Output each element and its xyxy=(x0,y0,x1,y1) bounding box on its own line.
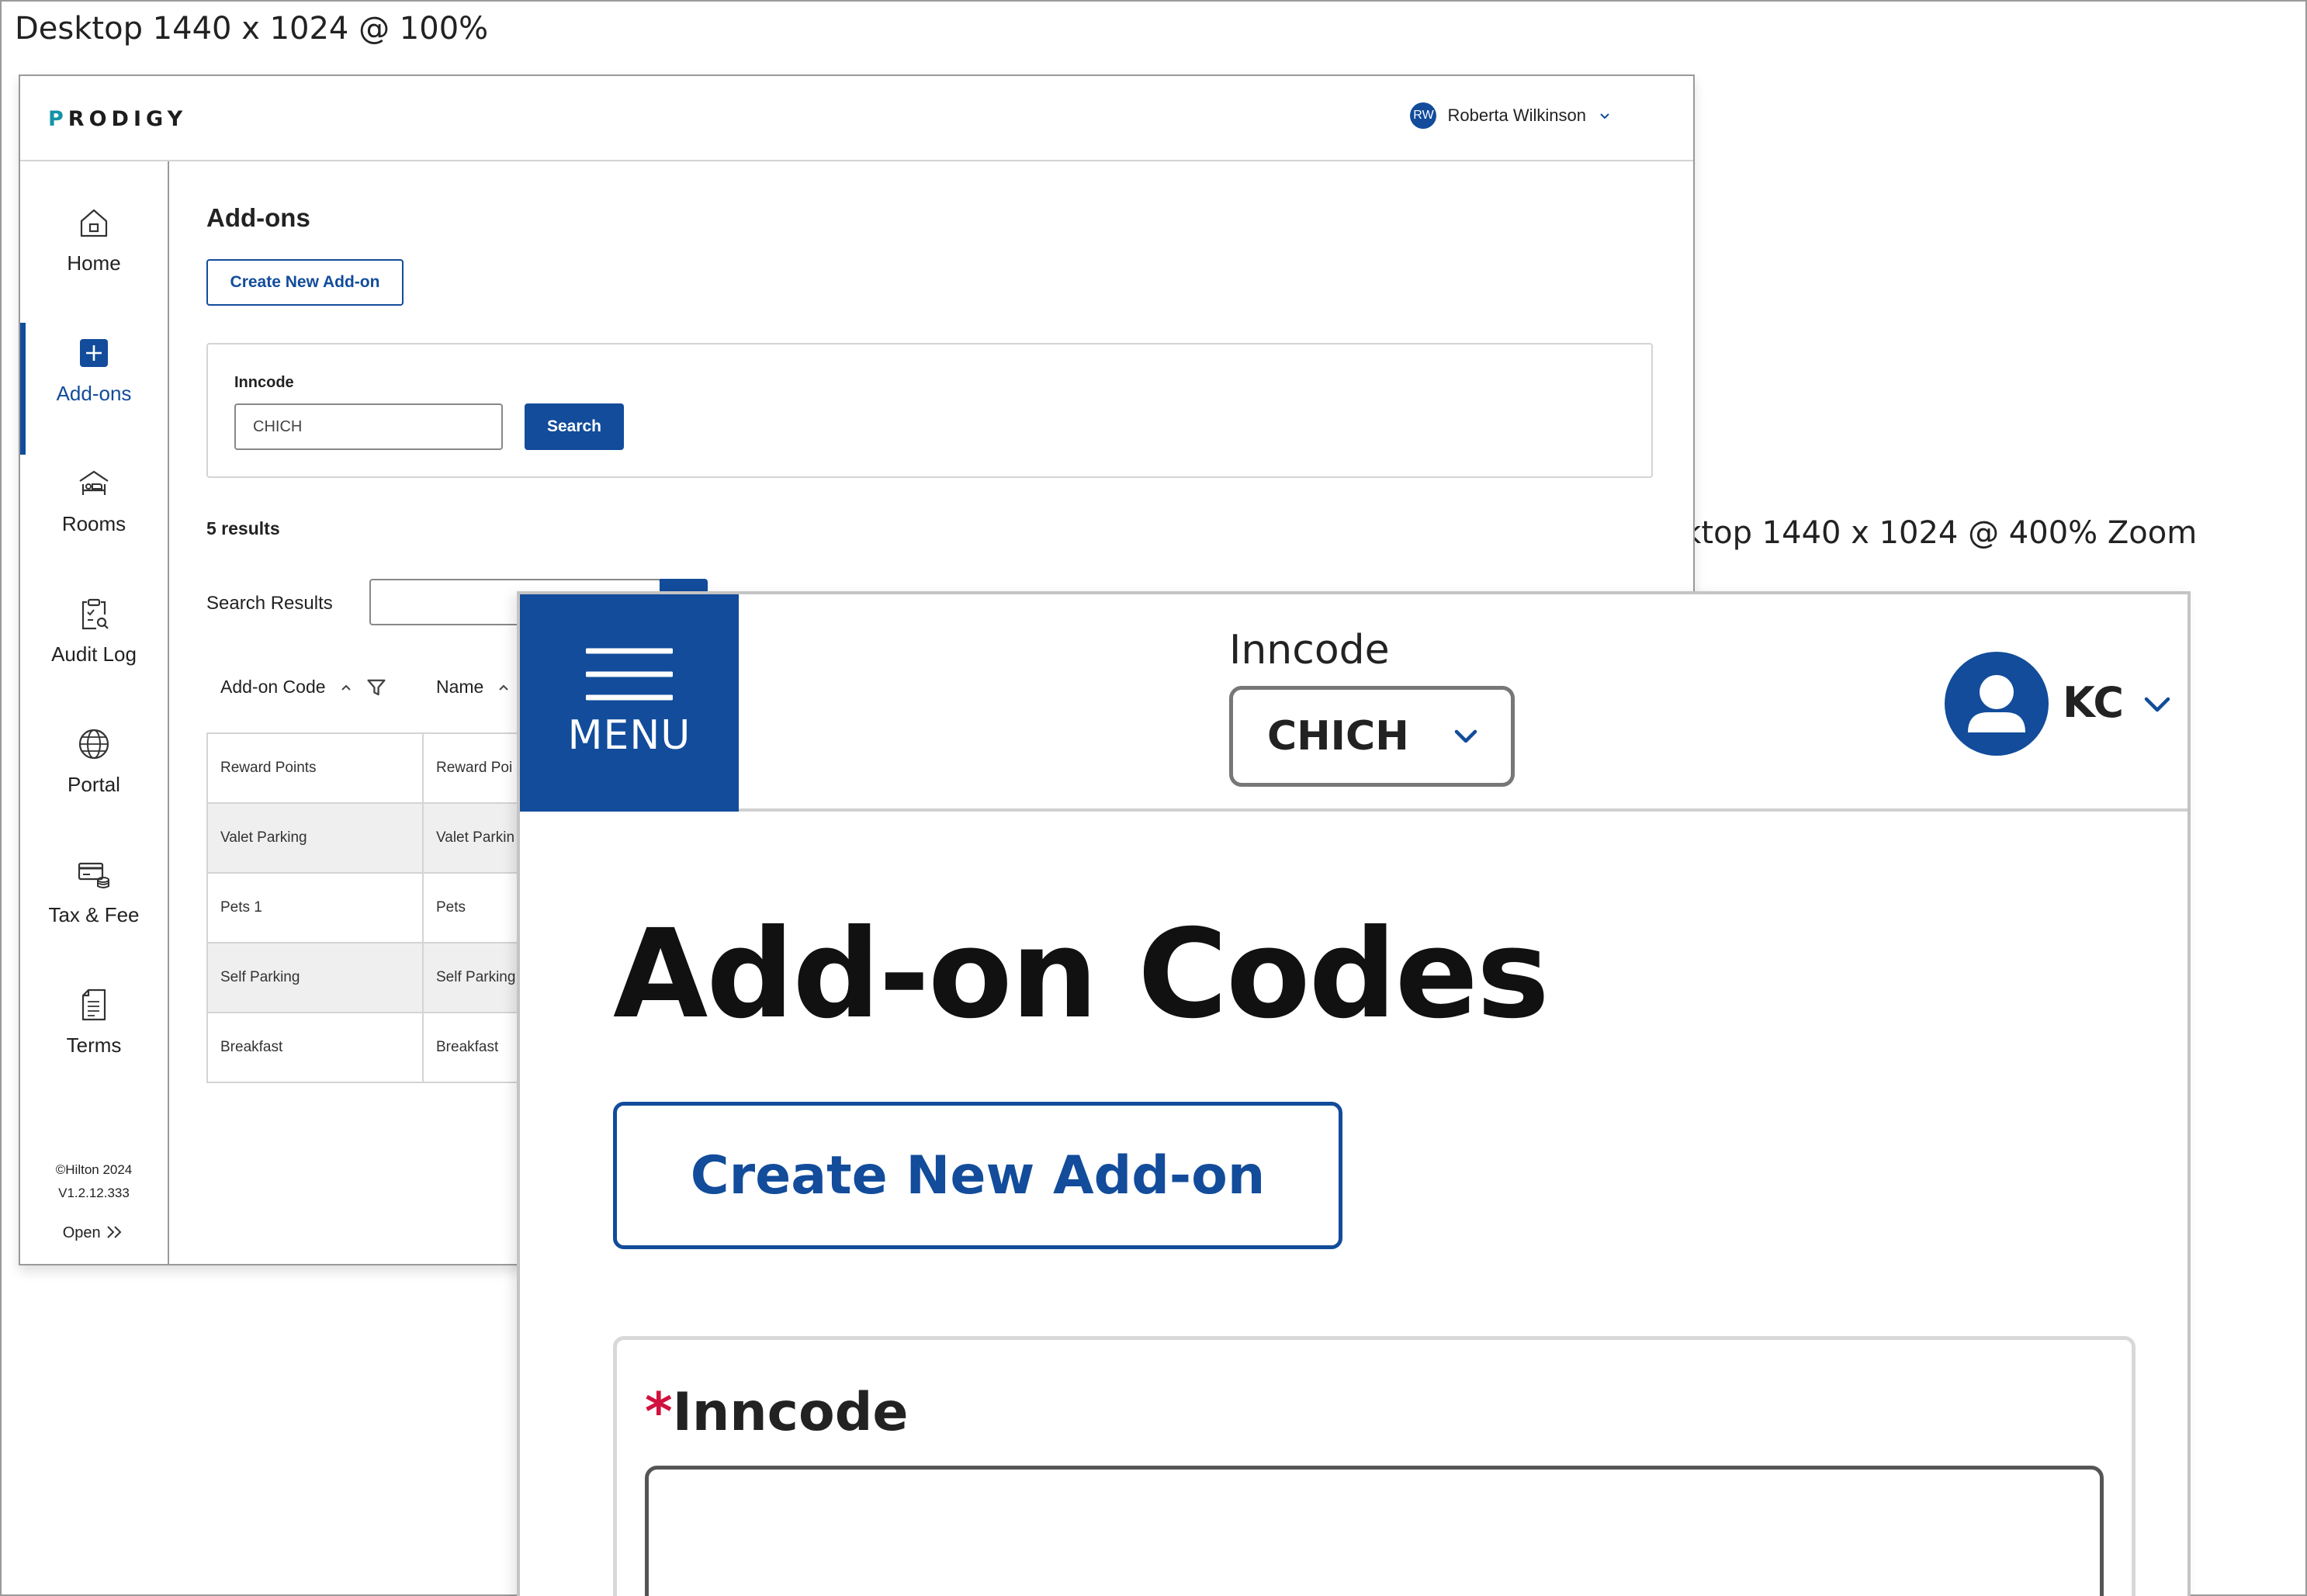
chevron-down-icon xyxy=(1454,729,1477,743)
inncode-selected-value: CHICH xyxy=(1267,713,1409,760)
version: V1.2.12.333 xyxy=(58,1186,130,1200)
table-cell: Pets 1 xyxy=(206,872,424,943)
inncode-label: Inncode xyxy=(234,374,294,391)
avatar: RW xyxy=(1410,102,1437,129)
sidebar-item-label: Rooms xyxy=(61,511,126,535)
sidebar-open-toggle[interactable]: Open xyxy=(20,1224,168,1242)
user-avatar[interactable] xyxy=(1945,652,2049,756)
sidebar-item-label: Terms xyxy=(66,1033,122,1057)
hamburger-icon xyxy=(586,648,673,701)
filter-icon[interactable] xyxy=(366,677,386,698)
sidebar-item-label: Tax & Fee xyxy=(48,902,140,926)
sidebar-item-portal[interactable]: Portal xyxy=(20,703,168,819)
table-cell: Valet Parking xyxy=(206,802,424,874)
sidebar-nav: Home Add-ons Rooms Audit Log Portal Tax … xyxy=(20,161,169,1264)
inncode-field-label: *Inncode xyxy=(645,1382,909,1443)
search-panel: *Inncode xyxy=(613,1336,2136,1596)
inncode-input[interactable] xyxy=(234,403,503,450)
user-name: Roberta Wilkinson xyxy=(1447,106,1586,125)
sidebar-item-home[interactable]: Home xyxy=(20,182,168,298)
clipboard-search-icon xyxy=(81,598,109,629)
create-add-on-button[interactable]: Create New Add-on xyxy=(206,259,404,306)
chevron-down-icon xyxy=(1600,113,1609,119)
sidebar-item-add-ons[interactable]: Add-ons xyxy=(20,312,168,455)
app-header: PRODIGY RW Roberta Wilkinson xyxy=(20,76,1693,161)
caption-desktop-100: Desktop 1440 x 1024 @ 100% xyxy=(15,11,489,47)
card-coins-icon xyxy=(78,862,109,888)
caption-desktop-400: Desktop 1440 x 1024 @ 400% Zoom xyxy=(1624,515,2198,551)
results-count: 5 results xyxy=(206,518,280,538)
sidebar-item-rooms[interactable]: Rooms xyxy=(20,442,168,559)
page-title: Add-ons xyxy=(206,203,310,232)
double-chevron-right-icon xyxy=(107,1226,122,1238)
table-cell: Self Parking xyxy=(206,942,424,1013)
add-square-icon xyxy=(80,338,108,367)
user-menu[interactable]: RW Roberta Wilkinson xyxy=(1410,102,1612,129)
document-icon xyxy=(81,988,106,1020)
copyright: ©Hilton 2024 xyxy=(55,1162,133,1177)
column-header-name[interactable]: Name xyxy=(436,677,511,698)
table-cell: Reward Points xyxy=(206,732,424,804)
search-panel: Inncode Search xyxy=(206,343,1653,478)
prodigy-logo[interactable]: PRODIGY xyxy=(48,107,187,131)
chevron-down-icon[interactable] xyxy=(2142,689,2173,720)
sort-ascending-icon[interactable] xyxy=(338,680,354,695)
inncode-label: Inncode xyxy=(1229,627,1390,673)
inncode-input[interactable] xyxy=(645,1466,2104,1596)
open-label: Open xyxy=(62,1224,101,1241)
sort-ascending-icon[interactable] xyxy=(496,680,511,695)
user-initials[interactable]: KC xyxy=(2063,678,2124,727)
app-header-zoomed: MENU Inncode CHICH KC xyxy=(520,594,2187,812)
sidebar-item-label: Add-ons xyxy=(56,381,132,405)
menu-label: MENU xyxy=(567,712,691,759)
sidebar-item-tax-fee[interactable]: Tax & Fee xyxy=(20,833,168,950)
bed-icon xyxy=(79,470,109,495)
home-icon xyxy=(80,209,108,237)
sidebar-item-label: Portal xyxy=(68,772,120,796)
sidebar-item-audit-log[interactable]: Audit Log xyxy=(20,573,168,689)
sidebar-item-label: Home xyxy=(67,251,121,275)
required-mark: * xyxy=(645,1382,673,1443)
search-results-label: Search Results xyxy=(206,593,333,614)
table-cell: Breakfast xyxy=(206,1012,424,1083)
sidebar-item-label: Audit Log xyxy=(51,642,137,666)
desktop-400-frame: MENU Inncode CHICH KC Add-on Codes Creat… xyxy=(517,591,2191,1596)
sidebar-item-terms[interactable]: Terms xyxy=(20,964,168,1080)
menu-button[interactable]: MENU xyxy=(520,594,739,812)
user-icon xyxy=(1968,675,2025,732)
globe-icon xyxy=(78,729,109,759)
column-header-add-on-code[interactable]: Add-on Code xyxy=(220,677,386,698)
inncode-select[interactable]: CHICH xyxy=(1229,686,1515,787)
create-add-on-button[interactable]: Create New Add-on xyxy=(613,1102,1342,1249)
page-title: Add-on Codes xyxy=(613,903,1550,1046)
search-button[interactable]: Search xyxy=(525,403,624,450)
